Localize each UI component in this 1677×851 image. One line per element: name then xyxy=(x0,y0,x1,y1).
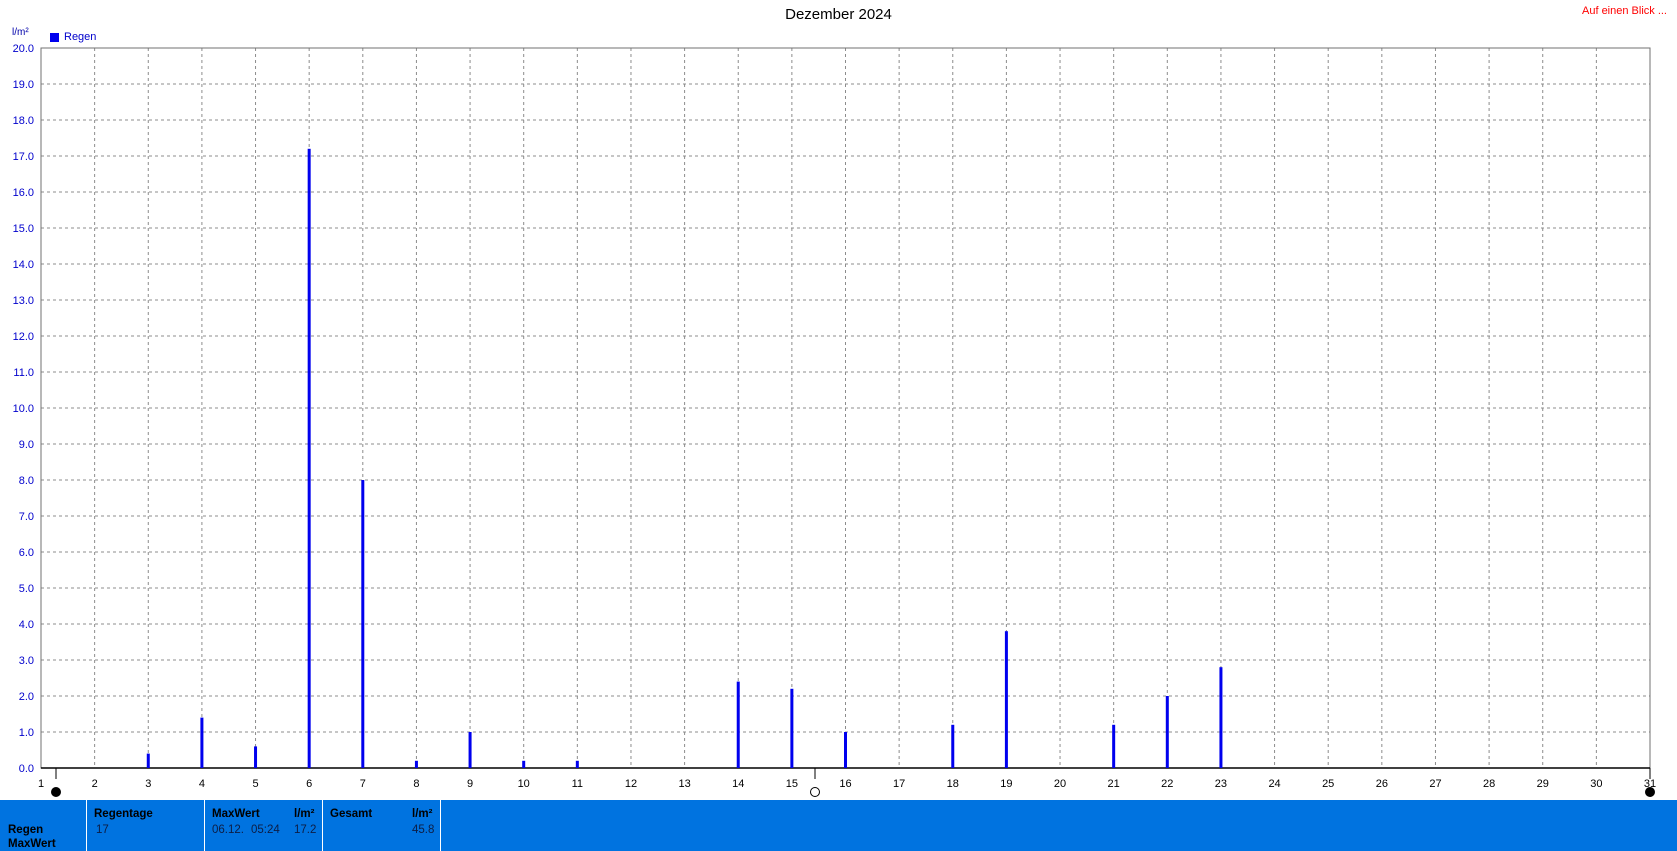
x-tick-label: 22 xyxy=(1161,778,1173,790)
x-tick-label: 21 xyxy=(1108,778,1120,790)
rain-bar xyxy=(951,724,955,768)
max-value-unit: l/m² xyxy=(294,808,315,820)
rain-bar xyxy=(736,681,740,768)
x-tick-label: 29 xyxy=(1537,778,1549,790)
rain-bar xyxy=(1004,631,1008,768)
panel-max-value: MaxWert l/m² 06.12. 05:24 17.2 xyxy=(205,800,323,851)
y-tick-label: 6.0 xyxy=(19,547,34,559)
total-value: 45.8 xyxy=(412,824,435,836)
x-tick-label: 24 xyxy=(1268,778,1280,790)
rain-bar xyxy=(468,732,472,768)
max-value-amount: 17.2 xyxy=(294,824,317,836)
x-tick-label: 20 xyxy=(1054,778,1066,790)
summary-bar: Regen MaxWert Regentage 17 MaxWert l/m² … xyxy=(0,800,1677,851)
x-tick-label: 3 xyxy=(145,778,151,790)
rain-bar xyxy=(1165,696,1169,768)
x-tick-label: 17 xyxy=(893,778,905,790)
x-tick-label: 10 xyxy=(518,778,530,790)
x-tick-label: 30 xyxy=(1590,778,1602,790)
x-tick-label: 4 xyxy=(199,778,205,790)
rain-bar xyxy=(1112,724,1116,768)
x-tick-label: 23 xyxy=(1215,778,1227,790)
max-value-label: MaxWert xyxy=(212,808,260,820)
x-tick-label: 15 xyxy=(786,778,798,790)
rain-bar xyxy=(200,717,204,768)
rain-chart: 0.01.02.03.04.05.06.07.08.09.010.011.012… xyxy=(13,43,1656,797)
x-tick-label: 26 xyxy=(1376,778,1388,790)
rain-days-value: 17 xyxy=(96,824,109,836)
y-tick-label: 12.0 xyxy=(13,331,34,343)
x-tick-label: 8 xyxy=(413,778,419,790)
row-label-max: MaxWert xyxy=(8,838,56,850)
y-tick-label: 16.0 xyxy=(13,187,34,199)
y-tick-label: 20.0 xyxy=(13,43,34,55)
x-tick-label: 28 xyxy=(1483,778,1495,790)
y-tick-label: 19.0 xyxy=(13,79,34,91)
max-value-date: 06.12. xyxy=(212,824,244,836)
y-tick-label: 13.0 xyxy=(13,295,34,307)
y-tick-label: 15.0 xyxy=(13,223,34,235)
y-tick-label: 14.0 xyxy=(13,259,34,271)
max-value-time: 05:24 xyxy=(251,824,280,836)
x-tick-label: 5 xyxy=(252,778,258,790)
x-tick-label: 14 xyxy=(732,778,744,790)
x-tick-label: 7 xyxy=(360,778,366,790)
end-marker xyxy=(1645,787,1655,797)
rain-bar xyxy=(146,753,150,768)
rain-bar xyxy=(361,480,365,768)
rain-days-label: Regentage xyxy=(94,808,153,820)
rain-bar xyxy=(844,732,847,768)
rain-bar xyxy=(522,760,526,768)
rain-bar xyxy=(307,148,311,769)
x-tick-label: 25 xyxy=(1322,778,1334,790)
rain-bar xyxy=(575,760,579,768)
center-marker xyxy=(810,787,820,797)
x-tick-label: 6 xyxy=(306,778,312,790)
y-tick-label: 8.0 xyxy=(19,475,34,487)
start-marker xyxy=(51,787,61,797)
y-tick-label: 7.0 xyxy=(19,511,34,523)
x-tick-label: 19 xyxy=(1000,778,1012,790)
rain-bar xyxy=(790,688,794,768)
x-tick-label: 12 xyxy=(625,778,637,790)
panel-rain-days: Regentage 17 xyxy=(87,800,205,851)
y-tick-label: 11.0 xyxy=(13,367,34,379)
total-unit: l/m² xyxy=(412,808,433,820)
row-label-rain: Regen xyxy=(8,824,44,836)
x-tick-label: 18 xyxy=(947,778,959,790)
summary-row-labels: Regen MaxWert xyxy=(0,800,87,851)
rain-bar xyxy=(254,746,258,768)
x-tick-label: 9 xyxy=(467,778,473,790)
rain-bar xyxy=(1219,667,1223,768)
panel-total: Gesamt l/m² 45.8 xyxy=(323,800,441,851)
x-tick-label: 1 xyxy=(38,778,44,790)
y-tick-label: 2.0 xyxy=(19,691,34,703)
rain-bar xyxy=(414,760,418,768)
y-tick-label: 0.0 xyxy=(19,763,34,775)
y-tick-label: 9.0 xyxy=(19,439,34,451)
y-tick-label: 3.0 xyxy=(19,655,34,667)
x-tick-label: 27 xyxy=(1429,778,1441,790)
y-tick-label: 17.0 xyxy=(13,151,34,163)
y-tick-label: 1.0 xyxy=(19,727,34,739)
y-tick-label: 5.0 xyxy=(19,583,34,595)
x-tick-label: 2 xyxy=(92,778,98,790)
x-tick-label: 11 xyxy=(572,778,583,790)
y-tick-label: 18.0 xyxy=(13,115,34,127)
y-tick-label: 4.0 xyxy=(19,619,34,631)
total-label: Gesamt xyxy=(330,808,373,820)
x-tick-label: 13 xyxy=(678,778,690,790)
y-tick-label: 10.0 xyxy=(13,403,34,415)
x-tick-label: 16 xyxy=(839,778,851,790)
